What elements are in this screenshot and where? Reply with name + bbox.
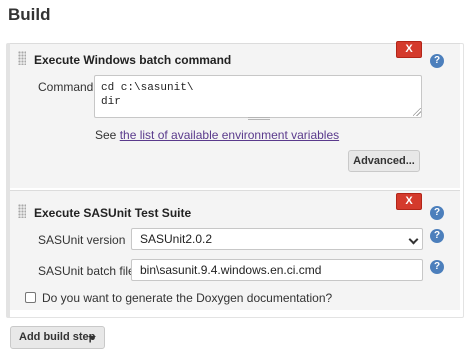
- sasunit-version-value: SASUnit2.0.2: [140, 232, 213, 246]
- command-label: Command: [38, 80, 94, 94]
- delete-step-button[interactable]: X: [396, 193, 422, 210]
- section-title: Build: [8, 5, 51, 24]
- command-textarea[interactable]: cd c:\sasunit\ dir: [94, 75, 422, 118]
- help-icon[interactable]: ?: [430, 54, 444, 68]
- textarea-expand-handle[interactable]: [248, 117, 270, 120]
- sasunit-version-label: SASUnit version: [38, 233, 126, 247]
- add-build-step-label: Add build step: [19, 331, 96, 343]
- env-variables-hint: See the list of available environment va…: [95, 128, 339, 142]
- sasunit-batch-input[interactable]: bin\sasunit.9.4.windows.en.ci.cmd: [131, 259, 423, 281]
- doxygen-checkbox[interactable]: [25, 292, 36, 303]
- delete-step-button[interactable]: X: [396, 41, 422, 58]
- help-icon[interactable]: ?: [430, 260, 444, 274]
- add-build-step-button[interactable]: Add build step: [10, 326, 105, 349]
- resize-grip-icon[interactable]: [413, 108, 421, 116]
- sasunit-batch-label: SASUnit batch file: [38, 264, 135, 278]
- doxygen-checkbox-label[interactable]: Do you want to generate the Doxygen docu…: [42, 291, 332, 305]
- step-title: Execute SASUnit Test Suite: [34, 206, 192, 220]
- help-icon[interactable]: ?: [430, 206, 444, 220]
- caret-down-icon: [88, 336, 96, 340]
- sasunit-version-select[interactable]: SASUnit2.0.2: [131, 228, 423, 250]
- drag-handle-icon[interactable]: [18, 204, 26, 218]
- chevron-down-icon: [408, 234, 419, 245]
- drag-handle-icon[interactable]: [18, 51, 26, 65]
- help-icon[interactable]: ?: [430, 229, 444, 243]
- env-variables-link[interactable]: the list of available environment variab…: [120, 128, 339, 142]
- advanced-button[interactable]: Advanced...: [348, 150, 420, 172]
- step-title: Execute Windows batch command: [34, 53, 232, 67]
- env-hint-prefix: See: [95, 128, 120, 142]
